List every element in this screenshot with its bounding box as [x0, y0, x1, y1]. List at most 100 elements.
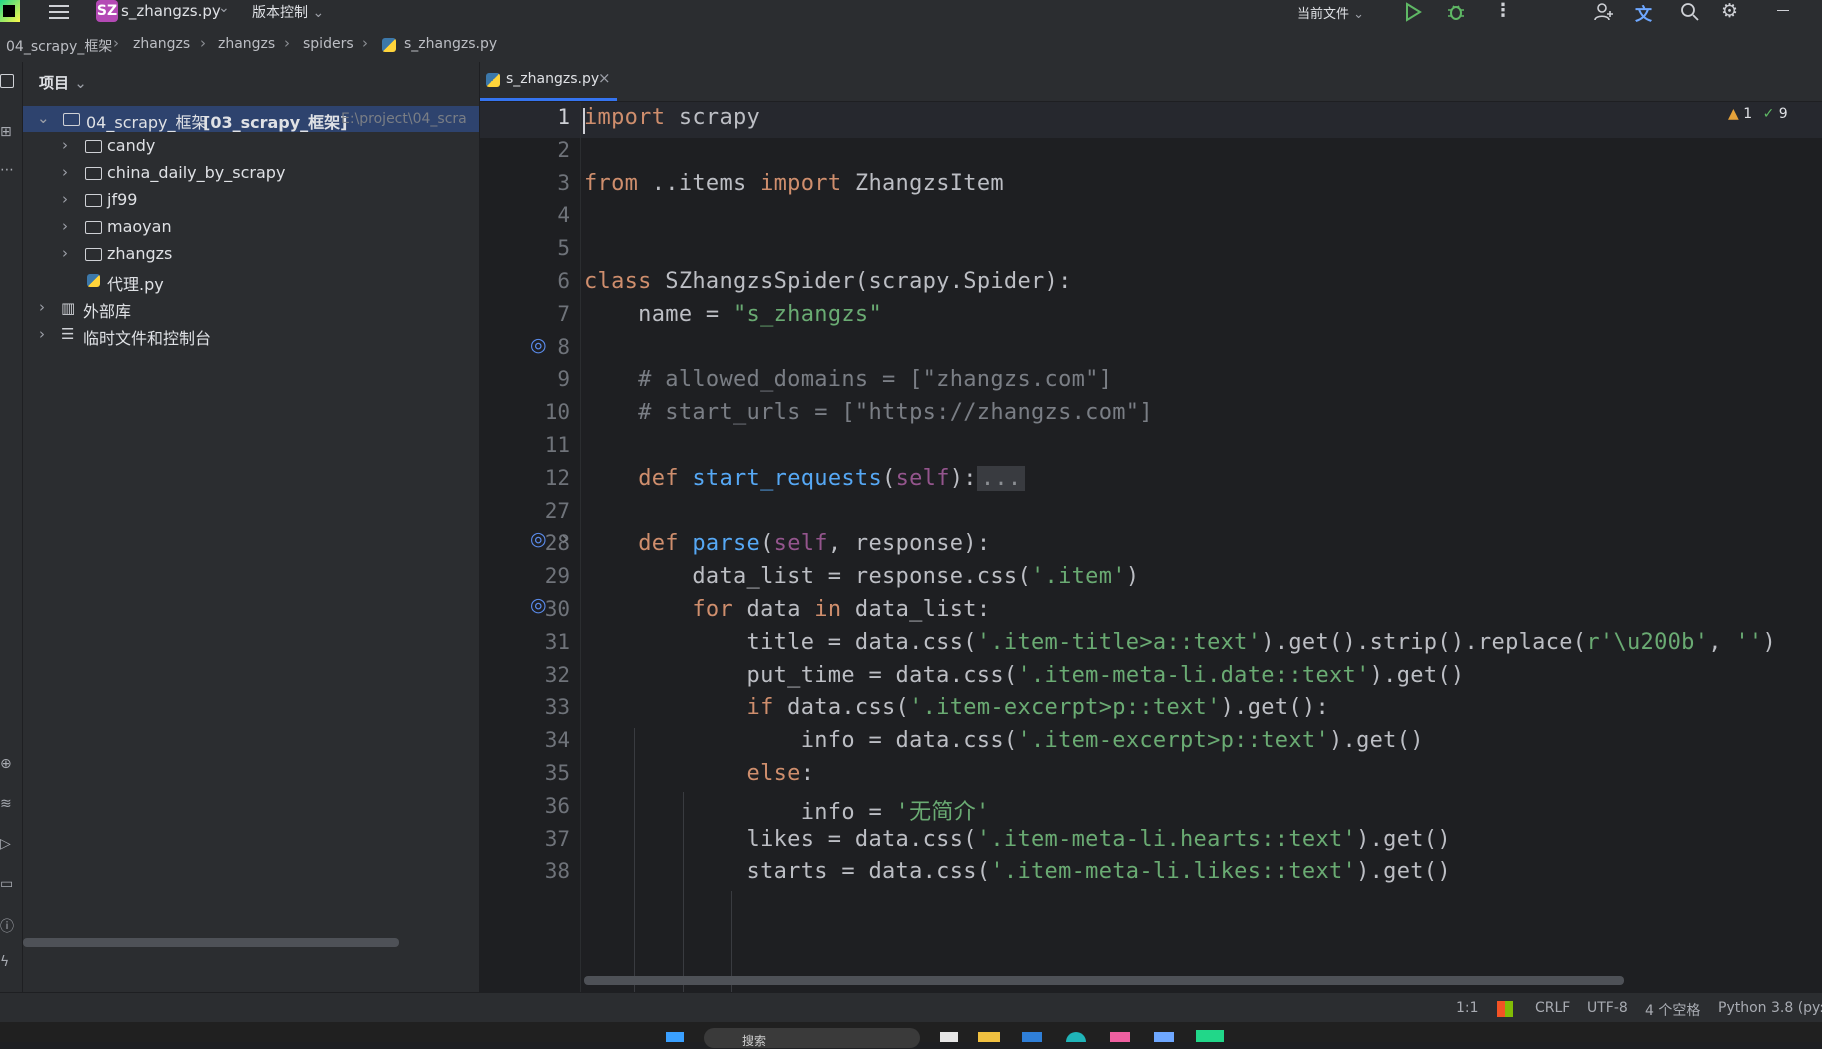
code-token: def — [638, 465, 679, 491]
chevron-down-icon: ⌄ — [312, 5, 325, 21]
tree-item-label: 临时文件和控制台 — [83, 329, 212, 348]
code-line: class SZhangzsSpider(scrapy.Spider): — [584, 269, 1072, 294]
add-user-icon[interactable] — [1594, 2, 1614, 22]
code-token: ).get().strip().replace( — [1261, 629, 1587, 655]
main-menu-icon[interactable] — [48, 3, 70, 21]
layers-icon[interactable]: ≋ — [0, 796, 12, 812]
code-editor[interactable]: 1 2 3 4 5 6 7 8 9 10 11 12 27 28 29 30 31 32 33 34 35 36 37 38 … — [480, 102, 1822, 992]
code-line: # start_urls = ["https://zhangzs.com"] — [584, 400, 1153, 425]
close-tab-icon[interactable]: × — [598, 69, 611, 87]
taskbar-app-icon[interactable] — [978, 1032, 1000, 1042]
code-line: likes = data.css('.item-meta-li.hearts::… — [584, 827, 1451, 852]
folder-icon — [85, 194, 102, 207]
editor-tab-active[interactable]: s_zhangzs.py × — [480, 62, 617, 101]
start-menu-icon[interactable] — [666, 1032, 684, 1042]
breadcrumb-item[interactable]: zhangzs — [218, 36, 275, 52]
tree-root[interactable]: ⌄ 04_scrapy_框架 [03_scrapy_框架] E:\project… — [23, 106, 479, 132]
horizontal-scrollbar[interactable] — [584, 976, 1624, 985]
tree-item-maoyan[interactable]: › maoyan — [23, 214, 479, 240]
folder-icon — [85, 167, 102, 180]
python-packages-icon[interactable]: ⊕ — [0, 756, 12, 772]
tab-label: s_zhangzs.py — [506, 71, 600, 87]
code-line: def parse(self, response): — [584, 531, 990, 556]
project-tool-icon[interactable] — [0, 74, 14, 88]
line-separator[interactable]: CRLF — [1535, 1000, 1570, 1016]
run-config-label: 当前文件 — [1297, 7, 1350, 22]
tree-item-proxy-file[interactable]: 代理.py — [23, 268, 479, 294]
project-panel-title: 项目 — [39, 74, 70, 92]
breadcrumb-item[interactable]: spiders — [303, 36, 354, 52]
minimize-window-icon[interactable] — [1777, 10, 1789, 11]
code-token: def — [638, 531, 679, 557]
python-interpreter[interactable]: Python 3.8 (py: — [1718, 1000, 1822, 1016]
folder-icon — [63, 113, 80, 126]
code-token: ( — [760, 531, 774, 557]
project-tool-window: 项目 ⌄ ⌄ 04_scrapy_框架 [03_scrapy_框架] E:\pr… — [23, 62, 480, 992]
taskbar-app-icon[interactable] — [1110, 1032, 1130, 1042]
vcs-menu[interactable]: 版本控制 ⌄ — [252, 2, 324, 22]
code-token: class — [584, 269, 652, 294]
code-token: if — [746, 695, 774, 721]
git-icon[interactable]: ϟ — [0, 954, 9, 970]
indent-setting[interactable]: 4 个空格 — [1645, 1000, 1700, 1020]
breadcrumb-item[interactable]: s_zhangzs.py — [404, 36, 497, 52]
chevron-right-icon: › — [39, 298, 45, 316]
check-count: 9 — [1778, 106, 1788, 122]
code-token: data_list = response.css( — [584, 564, 1031, 590]
tree-item-china-daily[interactable]: › china_daily_by_scrapy — [23, 160, 479, 186]
run-icon[interactable] — [1403, 2, 1423, 22]
override-method-icon[interactable]: ◎ — [530, 334, 547, 356]
code-token: ) — [1762, 629, 1776, 655]
structure-tool-icon[interactable]: ⊞ — [0, 124, 12, 140]
code-token: r'\u200b' — [1586, 629, 1709, 655]
taskbar-app-icon[interactable] — [1022, 1032, 1042, 1042]
project-file-name: s_zhangzs.py — [121, 2, 221, 20]
code-line: # allowed_domains = ["zhangzs.com"] — [584, 367, 1112, 392]
taskbar-app-icon[interactable] — [1066, 1032, 1086, 1042]
problems-icon[interactable]: ⓘ — [0, 916, 14, 936]
folder-icon — [85, 221, 102, 234]
caret-position[interactable]: 1:1 — [1456, 1000, 1479, 1016]
horizontal-scrollbar[interactable] — [23, 938, 399, 947]
more-actions-icon[interactable]: ⋮ — [1494, 0, 1512, 21]
code-token: parse — [692, 531, 761, 557]
code-token: '.item-meta-li.likes::text' — [990, 859, 1357, 885]
terminal-icon[interactable]: ▭ — [0, 876, 13, 892]
tree-item-scratches[interactable]: › ☰ 临时文件和控制台 — [23, 322, 479, 348]
tree-item-jf99[interactable]: › jf99 — [23, 187, 479, 213]
tree-item-zhangzs[interactable]: › zhangzs — [23, 241, 479, 267]
taskbar-app-icon[interactable] — [1196, 1030, 1224, 1042]
app-logo-icon[interactable] — [0, 0, 20, 22]
file-encoding[interactable]: UTF-8 — [1587, 1000, 1628, 1016]
fold-chevron-icon[interactable]: › — [561, 526, 569, 550]
tree-item-label: maoyan — [107, 217, 172, 236]
run-config-selector[interactable]: 当前文件 ⌄ — [1297, 3, 1364, 22]
tree-item-candy[interactable]: › candy — [23, 133, 479, 159]
inspection-widget[interactable]: ▲ 1 ✓ 9 — [1728, 106, 1788, 122]
services-icon[interactable]: ▷ — [0, 836, 11, 852]
override-method-icon[interactable]: ◎ — [530, 594, 547, 616]
code-line: starts = data.css('.item-meta-li.likes::… — [584, 859, 1451, 884]
search-icon[interactable] — [1680, 2, 1700, 22]
taskbar-app-icon[interactable] — [1154, 1032, 1174, 1042]
project-view-selector[interactable]: 项目 ⌄ — [39, 72, 87, 93]
code-token: import — [584, 105, 666, 130]
tree-item-external-libraries[interactable]: › ▥ 外部库 — [23, 295, 479, 321]
settings-gear-icon[interactable]: ⚙ — [1721, 0, 1738, 22]
taskbar-search[interactable]: 搜索 — [704, 1028, 920, 1048]
translate-icon[interactable]: 文 — [1635, 0, 1652, 25]
chevron-right-icon: › — [113, 34, 119, 52]
code-token: ..items — [638, 170, 761, 196]
debug-icon[interactable] — [1446, 2, 1466, 22]
code-token: '.item-title>a::text' — [976, 629, 1262, 655]
chevron-right-icon: › — [284, 34, 290, 52]
code-area[interactable]: import scrapy from ..items import Zhangzs… — [480, 102, 1822, 992]
breadcrumb-item[interactable]: 04_scrapy_框架 — [6, 36, 112, 56]
more-tools-icon[interactable]: ⋯ — [0, 162, 14, 178]
taskbar-app-icon[interactable] — [940, 1032, 958, 1042]
code-token: '.item-meta-li.hearts::text' — [976, 826, 1357, 852]
breadcrumb-item[interactable]: zhangzs — [133, 36, 190, 52]
override-method-icon[interactable]: ◎ — [530, 528, 547, 550]
